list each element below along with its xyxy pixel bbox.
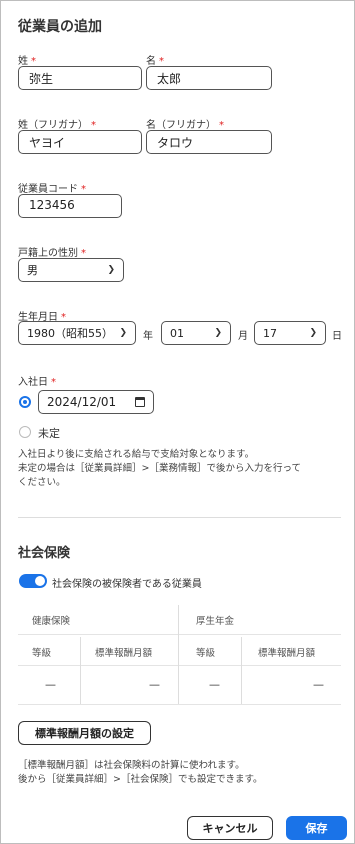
gender-select[interactable]: 男 ❯ [18,258,124,282]
last-name-label: 姓 * [18,56,36,67]
join-date-value: 2024/12/01 [47,395,117,409]
pension-header: 厚生年金 [196,616,235,627]
health-grade-header: 等級 [32,648,52,659]
add-employee-dialog: 従業員の追加 姓 * 名 * 弥生 太郎 姓（フリガナ） * 名（フリガナ） * ヤヨイ… [0,0,355,844]
last-name-input[interactable]: 弥生 [18,66,142,90]
undecided-label: 未定 [38,427,60,440]
pension-grade-header: 等級 [196,648,216,659]
health-monthly-value: — [149,678,160,691]
birth-day-select[interactable]: 17 ❯ [254,321,326,345]
first-name-input[interactable]: 太郎 [146,66,272,90]
birth-year-value: 1980（昭和55） [27,327,113,340]
undecided-radio[interactable] [19,426,31,438]
insurance-note: ［標準報酬月額］は社会保険料の計算に使われます。 後から［従業員詳細］>［社会保… [18,759,343,787]
calendar-icon[interactable] [135,397,145,407]
birth-month-select[interactable]: 01 ❯ [161,321,231,345]
section-divider [18,517,341,518]
dialog-title: 従業員の追加 [18,19,102,35]
first-name-kana-label: 名（フリガナ） * [146,120,224,131]
insurance-toggle-label: 社会保険の被保険者である従業員 [52,579,202,590]
table-divider [18,665,341,666]
pension-monthly-value: — [313,678,324,691]
join-date-note: 入社日より後に支給される給与で支給対象となります。 未定の場合は［従業員詳細］>… [18,448,343,490]
join-date-radio[interactable] [19,396,31,408]
day-unit: 日 [332,331,342,342]
birth-day-value: 17 [263,326,277,340]
birth-month-value: 01 [170,326,184,340]
last-name-kana-label: 姓（フリガナ） * [18,120,96,131]
health-monthly-header: 標準報酬月額 [95,648,153,659]
insurance-note-line: 後から［従業員詳細］>［社会保険］でも設定できます。 [18,774,263,785]
health-insurance-header: 健康保険 [32,616,71,627]
join-note-line: 入社日より後に支給される給与で支給対象となります。 [18,449,255,460]
table-divider [18,704,341,705]
gender-label: 戸籍上の性別 * [18,248,86,259]
health-grade-value: — [45,678,56,691]
chevron-down-icon: ❯ [119,328,127,338]
year-unit: 年 [143,331,153,342]
table-vline [178,605,179,704]
employee-code-label: 従業員コード * [18,184,86,195]
birth-year-select[interactable]: 1980（昭和55） ❯ [18,321,136,345]
insurance-note-line: ［標準報酬月額］は社会保険料の計算に使われます。 [18,760,245,771]
chevron-down-icon: ❯ [309,328,317,338]
last-name-kana-input[interactable]: ヤヨイ [18,130,142,154]
employee-code-input[interactable]: 123456 [18,194,122,218]
table-divider [18,634,341,635]
chevron-down-icon: ❯ [107,265,115,275]
join-date-input[interactable]: 2024/12/01 [38,390,154,414]
month-unit: 月 [238,331,248,342]
first-name-label: 名 * [146,56,164,67]
set-standard-monthly-button[interactable]: 標準報酬月額の設定 [18,721,151,745]
join-note-line: 未定の場合は［従業員詳細］>［業務情報］で後から入力を行って [18,463,301,474]
join-note-line: ください。 [18,477,66,488]
gender-select-value: 男 [27,264,38,277]
cancel-button[interactable]: キャンセル [187,816,273,840]
table-vline [80,637,81,704]
table-vline [241,637,242,704]
join-date-label: 入社日 * [18,377,56,388]
chevron-down-icon: ❯ [214,328,222,338]
insurance-toggle[interactable] [19,574,47,588]
pension-grade-value: — [209,678,220,691]
pension-monthly-header: 標準報酬月額 [258,648,316,659]
first-name-kana-input[interactable]: タロウ [146,130,272,154]
insurance-title: 社会保険 [18,546,71,561]
save-button[interactable]: 保存 [286,816,347,840]
